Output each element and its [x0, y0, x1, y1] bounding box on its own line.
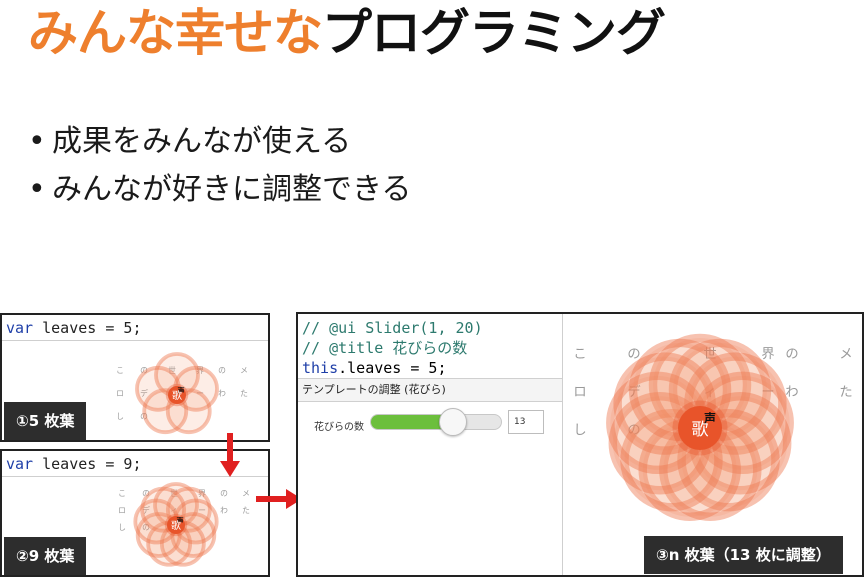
lyric-char: わ [220, 506, 228, 515]
panel-slider-demo: // @ui Slider(1, 20) // @title 花びらの数 thi… [296, 312, 864, 577]
lyric-char: た [839, 384, 852, 400]
slider-label: 花びらの数 [314, 422, 364, 433]
code-keyword: this [302, 359, 339, 377]
code-assignment: this.leaves = 5; [302, 358, 483, 378]
lyric-center-main: 歌 [171, 519, 181, 532]
lyric-center-main: 歌 [172, 389, 182, 402]
lyric-char: ロ [118, 506, 126, 515]
panel-five-leaves: var leaves = 5; この世界のメロディーわたしの声歌 ①5 枚葉 [0, 313, 270, 442]
lyric-char: し [573, 422, 586, 438]
title-black: プログラミング [322, 4, 666, 62]
flower-preview: この世界のメロディーわたしの声歌 [116, 352, 248, 435]
leaf-count-badge: ①5 枚葉 [4, 402, 87, 440]
code-keyword: var [6, 319, 34, 337]
petal-count-slider[interactable] [370, 414, 502, 430]
lyric-char: メ [240, 366, 248, 375]
lyric-char: の [220, 489, 228, 498]
code-comment-title: // @title 花びらの数 [302, 339, 468, 357]
lyric-char: の [785, 347, 798, 362]
code-end: ; [132, 319, 142, 337]
lyric-char: 界 [761, 347, 774, 362]
bullet-list: • 成果をみんなが使える • みんなが好きに調整できる [28, 118, 411, 214]
lyric-char: わ [218, 389, 226, 398]
leaf-count-badge: ②9 枚葉 [4, 537, 87, 575]
lyric-char: メ [839, 347, 852, 362]
lyric-char: た [240, 389, 248, 398]
template-panel-header: テンプレートの調整 (花びら) [298, 378, 562, 402]
arrow-down-icon [220, 433, 240, 477]
lyric-char: た [242, 506, 250, 515]
bullet-item: • みんなが好きに調整できる [28, 166, 411, 214]
code-text: leaves = [33, 319, 124, 337]
bullet-dot: • [28, 124, 46, 159]
lyric-char: の [218, 366, 226, 375]
bullet-item: • 成果をみんなが使える [28, 118, 411, 166]
lyric-char: ロ [573, 385, 586, 400]
code-divider [2, 340, 268, 341]
lyric-char: こ [118, 489, 126, 498]
code-text: .leaves = 5; [338, 359, 447, 377]
code-keyword: var [6, 455, 34, 473]
bullet-text: 成果をみんなが使える [52, 124, 352, 159]
lyric-char: こ [573, 347, 586, 362]
slide-title: みんな幸せなプログラミング [28, 2, 666, 64]
lyric-char: こ [116, 366, 124, 375]
code-comment-ui: // @ui Slider(1, 20) [302, 319, 483, 337]
bullet-text: みんなが好きに調整できる [52, 172, 412, 207]
lyric-char: わ [785, 384, 798, 400]
code-end: ; [132, 455, 142, 473]
code-editor-line[interactable]: var leaves = 9; [6, 454, 141, 474]
code-text: leaves = [33, 455, 124, 473]
slider-thumb[interactable] [439, 408, 468, 436]
title-orange: みんな幸せな [28, 4, 323, 62]
pane-divider [562, 314, 563, 575]
leaf-count-badge: ③n 枚葉（13 枚に調整） [644, 536, 843, 574]
petal-count-input[interactable]: 13 [508, 410, 544, 434]
lyric-char: ロ [116, 389, 124, 398]
code-editor-line[interactable]: var leaves = 5; [6, 318, 141, 338]
bullet-dot: • [28, 172, 46, 207]
lyric-char: し [116, 412, 124, 421]
lyric-char: し [118, 523, 126, 532]
code-editor[interactable]: // @ui Slider(1, 20) // @title 花びらの数 thi… [302, 318, 483, 378]
lyric-center-main: 歌 [692, 420, 709, 440]
flower-preview: この世界のメロディーわたしの声歌 [118, 482, 250, 567]
lyric-char: メ [242, 489, 250, 498]
